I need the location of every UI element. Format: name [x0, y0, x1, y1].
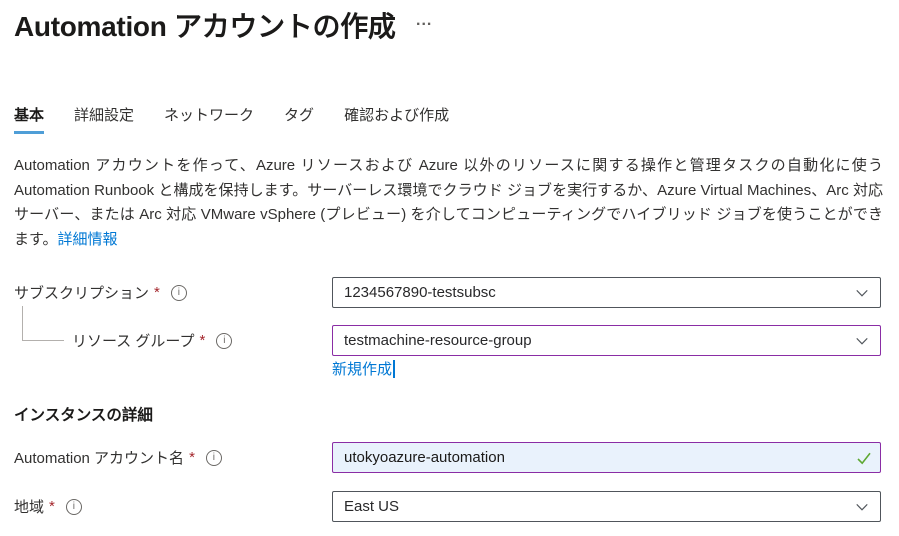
tab-review-and-create[interactable]: 確認および作成: [344, 104, 449, 134]
required-asterisk: *: [49, 498, 55, 515]
info-icon[interactable]: i: [216, 333, 232, 349]
create-new-resource-group-link[interactable]: 新規作成: [332, 358, 395, 379]
region-value: East US: [344, 498, 399, 515]
region-label-text: 地域: [14, 496, 44, 517]
learn-more-link[interactable]: 詳細情報: [58, 231, 118, 248]
chevron-down-icon: [855, 286, 869, 300]
required-asterisk: *: [189, 449, 195, 466]
instance-details-heading: インスタンスの詳細: [14, 403, 153, 425]
chevron-down-icon: [855, 500, 869, 514]
info-icon[interactable]: i: [171, 285, 187, 301]
subscription-label-text: サブスクリプション: [14, 282, 149, 303]
account-name-input[interactable]: [333, 443, 856, 472]
intro-paragraph: Automation アカウントを作って、Azure リソースおよび Azure…: [14, 154, 883, 252]
region-label: 地域 * i: [14, 491, 82, 522]
tab-networking[interactable]: ネットワーク: [164, 104, 254, 134]
resource-group-label-text: リソース グループ: [72, 330, 195, 351]
account-name-field: [332, 442, 881, 473]
page-title: Automation アカウントの作成: [14, 5, 396, 45]
intro-text: Automation アカウントを作って、Azure リソースおよび Azure…: [14, 157, 883, 248]
account-name-label-text: Automation アカウント名: [14, 447, 184, 468]
more-options-button[interactable]: ...: [412, 8, 436, 34]
text-cursor: [393, 360, 395, 378]
tab-advanced-settings[interactable]: 詳細設定: [74, 104, 134, 134]
region-dropdown[interactable]: East US: [332, 491, 881, 522]
tab-bar: 基本 詳細設定 ネットワーク タグ 確認および作成: [14, 104, 449, 134]
info-icon[interactable]: i: [66, 499, 82, 515]
validation-check-icon: [856, 450, 872, 466]
create-new-label: 新規作成: [332, 358, 392, 379]
subscription-label: サブスクリプション * i: [14, 277, 187, 308]
tab-basics[interactable]: 基本: [14, 104, 44, 134]
resource-group-dropdown[interactable]: testmachine-resource-group: [332, 325, 881, 356]
resource-group-label: リソース グループ * i: [72, 325, 232, 356]
subscription-dropdown[interactable]: 1234567890-testsubsc: [332, 277, 881, 308]
info-icon[interactable]: i: [206, 450, 222, 466]
tab-tags[interactable]: タグ: [284, 104, 314, 134]
required-asterisk: *: [154, 284, 160, 301]
account-name-label: Automation アカウント名 * i: [14, 442, 222, 473]
tree-connector-line: [22, 306, 64, 341]
subscription-value: 1234567890-testsubsc: [344, 284, 496, 301]
chevron-down-icon: [855, 334, 869, 348]
required-asterisk: *: [200, 332, 206, 349]
resource-group-value: testmachine-resource-group: [344, 332, 532, 349]
